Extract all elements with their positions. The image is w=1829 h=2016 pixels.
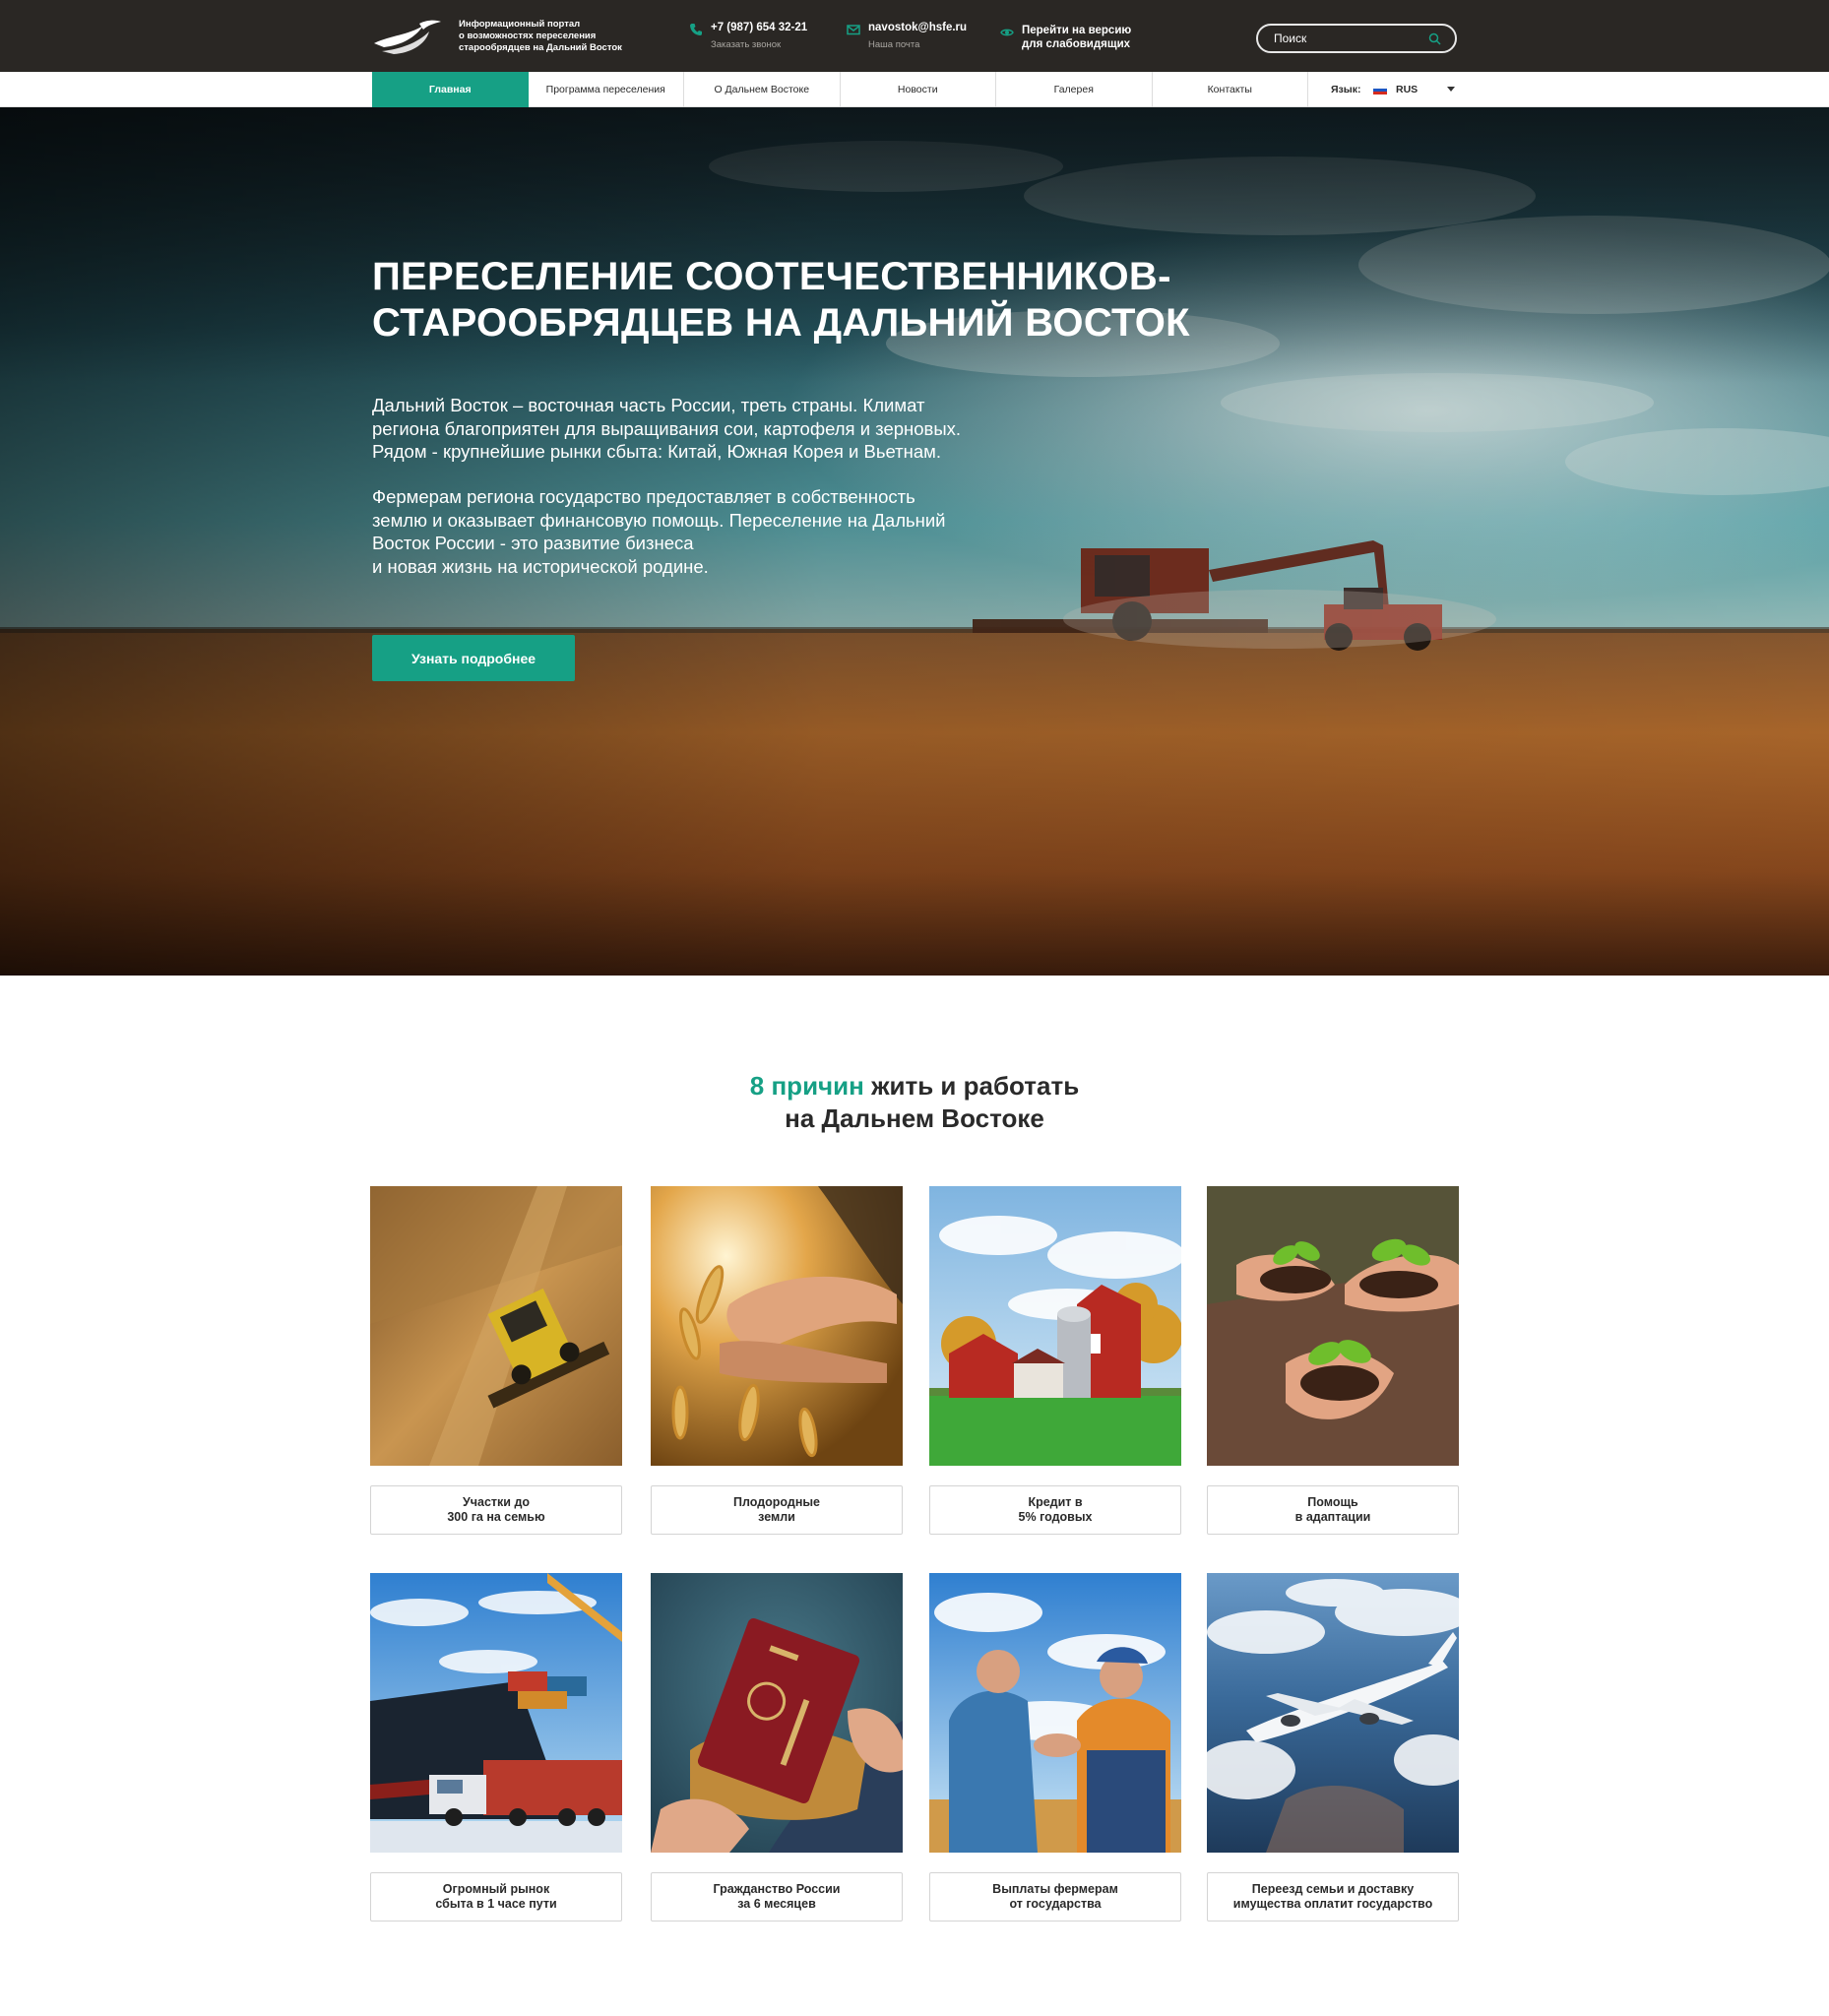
hero-text-line: Дальний Восток – восточная часть России,… [372,395,925,415]
hero-banner: ПЕРЕСЕЛЕНИЕ СООТЕЧЕСТВЕННИКОВ- СТАРООБРЯ… [0,107,1829,976]
reason-caption: Огромный рынок сбыта в 1 часе пути [370,1872,622,1922]
portal-title-line: старообрядцев на Дальний Восток [459,42,622,53]
reasons-title-line2: на Дальнем Востоке [785,1103,1044,1133]
reason-caption: Выплаты фермерам от государства [929,1872,1181,1922]
reason-caption: Помощь в адаптации [1207,1485,1459,1535]
eye-icon [1000,29,1014,36]
portal-title-line: Информационный портал [459,19,581,30]
reasons-title-rest: жить и работать [863,1071,1080,1101]
language-selector[interactable]: Язык: RUS [1331,72,1459,107]
language-value[interactable]: RUS [1396,84,1418,95]
hero-text-line: Восток России - это развитие бизнеса [372,533,694,553]
reason-caption: Гражданство России за 6 месяцев [651,1872,903,1922]
learn-more-button[interactable]: Узнать подробнее [372,635,575,681]
hand-wheat-image [651,1186,903,1466]
hero-text-line: землю и оказывает финансовую помощь. Пер… [372,509,946,531]
phone-icon [690,24,702,35]
portal-title-line: о возможностях переселения [459,31,597,41]
accessible-version-label[interactable]: Перейти на версию для слабовидящих [1022,24,1140,51]
reasons-title-highlight: 8 причин [749,1071,864,1101]
nav-items: Главная Программа переселения О Дальнем … [372,72,1308,107]
portal-title: Информационный портал о возможностях пер… [459,19,656,54]
mail-icon [847,25,860,35]
farmers-handshake-image [929,1573,1181,1853]
search-box[interactable] [1256,24,1457,53]
top-bar: Информационный портал о возможностях пер… [0,0,1829,72]
hero-title-line: СТАРООБРЯДЦЕВ НА ДАЛЬНИЙ ВОСТОК [372,301,1190,345]
hero-paragraph-2: Фермерам региона государство предоставля… [372,485,1061,578]
language-label: Язык: [1331,84,1361,95]
reason-caption: Плодородные земли [651,1485,903,1535]
cargo-ship-truck-image [370,1573,622,1853]
email-caption: Наша почта [868,39,920,50]
hero-title: ПЕРЕСЕЛЕНИЕ СООТЕЧЕСТВЕННИКОВ- СТАРООБРЯ… [372,254,1258,346]
search-icon[interactable] [1428,32,1441,45]
bird-logo-icon[interactable] [372,16,443,55]
hero-text-line: Рядом - крупнейшие рынки сбыта: Китай, Ю… [372,441,941,462]
nav-item-gallery[interactable]: Галерея [996,72,1153,107]
hero-text-line: и новая жизнь на исторической родине. [372,555,709,577]
search-input[interactable] [1274,30,1421,47]
russian-flag-icon [1373,86,1387,94]
hero-paragraph-1: Дальний Восток – восточная часть России,… [372,394,1061,464]
nav-item-news[interactable]: Новости [841,72,996,107]
nav-item-program[interactable]: Программа переселения [529,72,684,107]
hero-text-line: региона благоприятен для выращивания сои… [372,417,962,439]
nav-item-about[interactable]: О Дальнем Востоке [684,72,841,107]
reason-caption: Участки до 300 га на семью [370,1485,622,1535]
email-address[interactable]: navostok@hsfe.ru [868,22,967,33]
order-call-link[interactable]: Заказать звонок [711,39,781,50]
hero-title-line: ПЕРЕСЕЛЕНИЕ СООТЕЧЕСТВЕННИКОВ- [372,255,1171,298]
farm-barn-image [929,1186,1181,1466]
passport-image [651,1573,903,1853]
chevron-down-icon[interactable] [1447,87,1455,92]
reasons-title: 8 причин жить и работать на Дальнем Вост… [0,1070,1829,1135]
nav-item-home[interactable]: Главная [372,72,529,107]
combine-harvester-image [370,1186,622,1466]
hero-text-line: Фермерам региона государство предоставля… [372,486,915,507]
reason-caption: Переезд семьи и доставку имущества оплат… [1207,1872,1459,1922]
reason-caption: Кредит в 5% годовых [929,1485,1181,1535]
main-nav: Главная Программа переселения О Дальнем … [0,72,1829,107]
phone-number[interactable]: +7 (987) 654 32-21 [711,22,807,33]
seedlings-hands-image [1207,1186,1459,1466]
airplane-image [1207,1573,1459,1853]
nav-item-contacts[interactable]: Контакты [1153,72,1308,107]
